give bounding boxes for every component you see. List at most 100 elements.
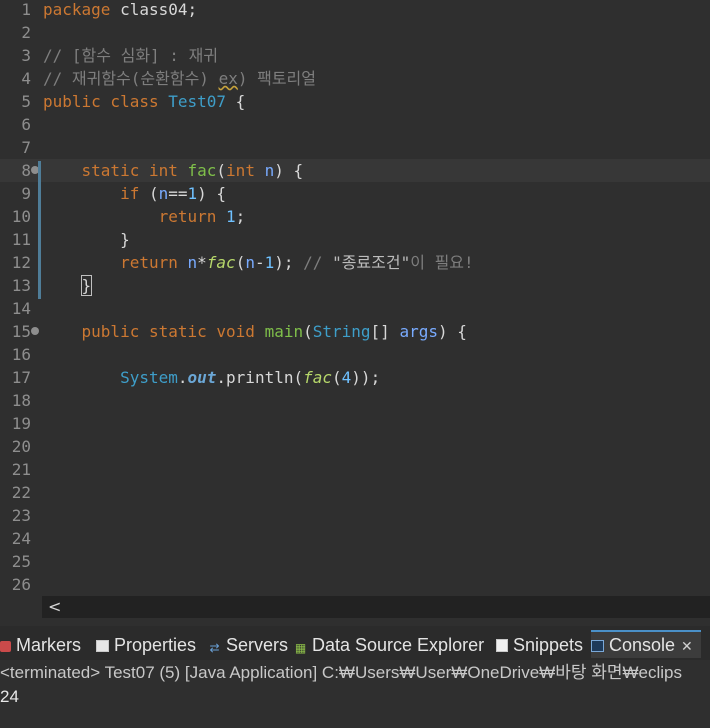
code-line[interactable]: 23: [0, 504, 710, 527]
code-token: }: [80, 275, 93, 296]
code-text: if (n==1) {: [43, 182, 226, 205]
close-icon[interactable]: ✕: [681, 638, 693, 654]
code-line[interactable]: 5 public class Test07 {: [0, 90, 710, 113]
code-line[interactable]: 6: [0, 113, 710, 136]
scroll-left-arrow-icon[interactable]: <: [48, 597, 61, 616]
code-token: }: [120, 230, 130, 249]
code-editor[interactable]: 1 package class04; 2 3// [함수 심화] : 재귀 4// 재귀…: [0, 0, 710, 594]
code-line[interactable]: 12 return n*fac(n-1); // "종료조건"이 필요!: [0, 251, 710, 274]
code-token: n: [264, 161, 275, 180]
code-token: fac: [206, 253, 236, 272]
code-line[interactable]: 2: [0, 21, 710, 44]
tab-snippets[interactable]: Snippets: [496, 632, 583, 658]
code-line[interactable]: 3 // [함수 심화] : 재귀: [0, 44, 710, 67]
code-token: class04;: [110, 0, 198, 19]
code-token: {: [226, 92, 246, 111]
code-line[interactable]: 17 System.out.println(fac(4));: [0, 366, 710, 389]
code-token: (: [139, 184, 159, 203]
code-token: ));: [351, 368, 381, 387]
code-token: -: [254, 253, 265, 272]
code-token: n: [158, 184, 169, 203]
line-number: 20: [11, 437, 31, 456]
code-text: }: [43, 274, 93, 297]
tab-markers[interactable]: Markers: [0, 632, 81, 658]
code-text: public class Test07 {: [43, 90, 245, 113]
servers-icon: ⇄: [209, 641, 220, 655]
line-number: 21: [11, 460, 31, 479]
line-number: 3: [21, 46, 31, 65]
code-line[interactable]: 25: [0, 550, 710, 573]
line-number: 6: [21, 115, 31, 134]
code-token: );: [274, 253, 304, 272]
tab-console[interactable]: Console ✕: [591, 630, 701, 658]
code-text: // 재귀함수(순환함수) ex) 팩토리얼: [43, 67, 316, 90]
line-number: 2: [21, 23, 31, 42]
horizontal-scrollbar[interactable]: <: [42, 596, 710, 618]
line-number: 19: [11, 414, 31, 433]
line-number: 26: [11, 575, 31, 594]
line-number: 9: [21, 184, 31, 203]
code-line[interactable]: 4 // 재귀함수(순환함수) ex) 팩토리얼: [0, 67, 710, 90]
code-token: return: [158, 207, 227, 226]
code-token: package: [43, 0, 111, 19]
code-line[interactable]: 1 package class04;: [0, 0, 710, 21]
code-token: 1: [226, 207, 236, 226]
fold-collapse-icon[interactable]: [31, 327, 39, 335]
code-token: int: [226, 161, 265, 180]
code-line[interactable]: 16: [0, 343, 710, 366]
code-token: []: [370, 322, 400, 341]
line-number: 15: [11, 322, 31, 341]
line-number: 7: [21, 138, 31, 157]
data-source-icon: ▦: [294, 641, 307, 655]
tab-label: Properties: [114, 635, 197, 655]
code-line[interactable]: 26: [0, 573, 710, 594]
change-indicator-bar: [38, 161, 41, 299]
code-text: public static void main(String[] args) {: [43, 320, 467, 343]
line-number: 8: [21, 161, 31, 180]
code-token: ) 팩토리얼: [237, 69, 316, 88]
code-token: ) {: [274, 161, 304, 180]
code-token: ;: [235, 207, 246, 226]
code-line[interactable]: 13 }: [0, 274, 710, 297]
code-line[interactable]: 24: [0, 527, 710, 550]
code-line[interactable]: 18: [0, 389, 710, 412]
code-text: }: [43, 228, 130, 251]
code-token: static int: [81, 161, 188, 180]
code-token: (: [332, 368, 342, 387]
code-token: System: [120, 368, 178, 387]
code-token: (: [235, 253, 246, 272]
tab-label: Snippets: [513, 635, 584, 655]
code-line[interactable]: 15 public static void main(String[] args…: [0, 320, 710, 343]
tab-label: Servers: [226, 635, 289, 655]
code-text: return n*fac(n-1); // "종료조건"이 필요!: [43, 251, 474, 274]
code-line[interactable]: 14: [0, 297, 710, 320]
code-token: if: [120, 184, 140, 203]
code-token: ) {: [197, 184, 227, 203]
code-line[interactable]: 19: [0, 412, 710, 435]
code-line[interactable]: 9 if (n==1) {: [0, 182, 710, 205]
code-token: *: [197, 253, 207, 272]
code-token: n: [245, 253, 255, 272]
tab-label: Markers: [16, 635, 82, 655]
code-line[interactable]: 8 static int fac(int n) {: [0, 159, 710, 182]
code-token: 4: [341, 368, 352, 387]
code-text: return 1;: [43, 205, 246, 228]
line-number: 4: [21, 69, 31, 88]
code-line[interactable]: 21: [0, 458, 710, 481]
code-line[interactable]: 10 return 1;: [0, 205, 710, 228]
code-line[interactable]: 7: [0, 136, 710, 159]
line-number: 10: [11, 207, 31, 226]
code-line[interactable]: 22: [0, 481, 710, 504]
tab-servers[interactable]: ⇄ Servers: [208, 632, 288, 658]
tab-properties[interactable]: Properties: [96, 632, 196, 658]
code-line[interactable]: 11 }: [0, 228, 710, 251]
tab-data-source-explorer[interactable]: ▦ Data Source Explorer: [294, 632, 484, 658]
line-number: 16: [11, 345, 31, 364]
line-number: 11: [11, 230, 31, 249]
line-number: 13: [11, 276, 31, 295]
markers-icon: [0, 641, 11, 652]
code-token: ==: [168, 184, 188, 203]
code-text: // [함수 심화] : 재귀: [43, 44, 218, 67]
code-line[interactable]: 20: [0, 435, 710, 458]
code-token: // 재귀함수(순환함수): [43, 69, 219, 88]
